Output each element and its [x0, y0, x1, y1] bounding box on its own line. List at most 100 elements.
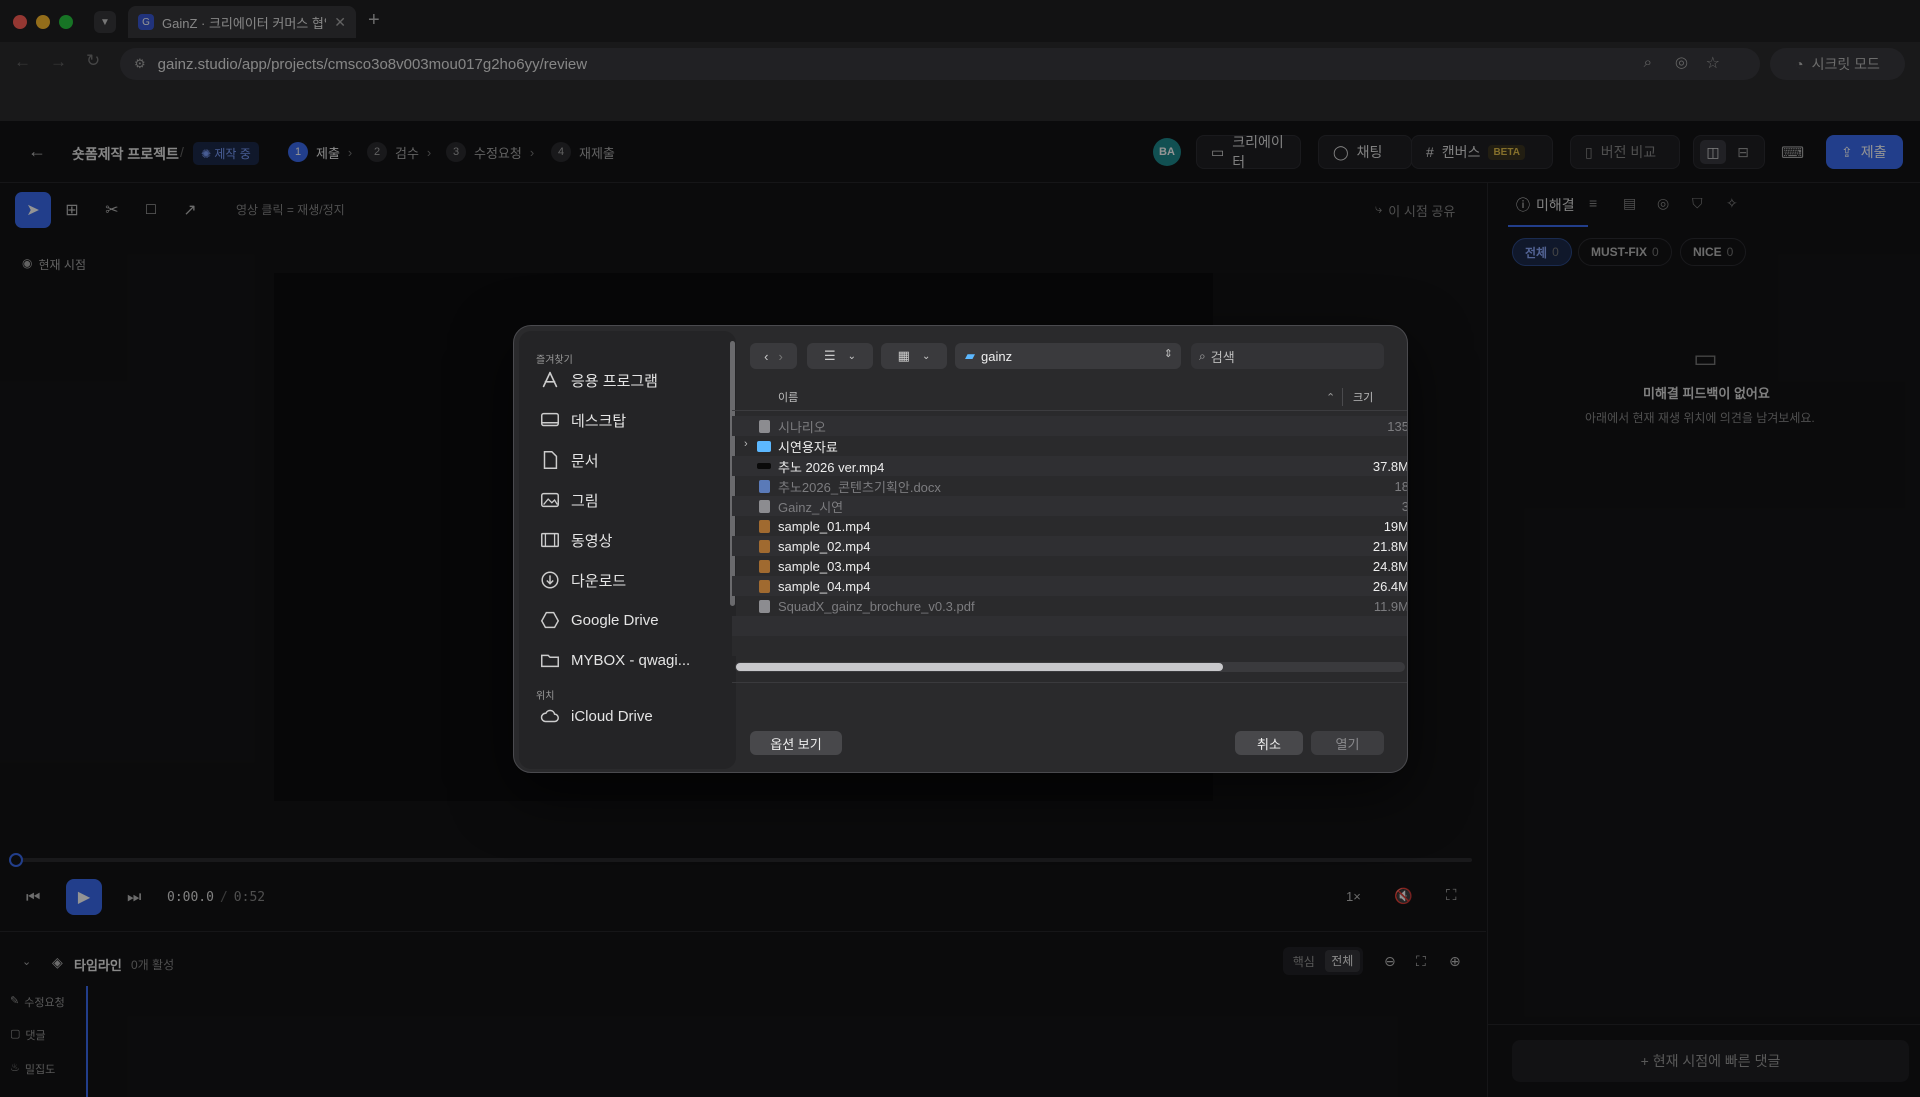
cancel-button[interactable]: 취소 [1235, 731, 1303, 755]
file-name: 추노 2026 ver.mp4 [778, 459, 885, 475]
disclosure-chevron-icon[interactable]: › [744, 438, 748, 450]
sidebar-item-label: 동영상 [571, 532, 613, 550]
download-icon [541, 571, 559, 589]
open-button[interactable]: 열기 [1311, 731, 1384, 755]
video-file-icon [759, 579, 770, 593]
sidebar-item-label: MYBOX - qwagi... [571, 651, 691, 669]
col-size-header[interactable]: 크기 [1353, 383, 1373, 411]
sidebar-item-icloud[interactable]: iCloud Drive [539, 702, 653, 730]
cloud-icon [540, 709, 559, 723]
sidebar-item-label: 응용 프로그램 [571, 372, 658, 390]
sort-chevron-icon[interactable]: ⌃ [1326, 383, 1335, 411]
file-size: 37.8M [1372, 458, 1408, 474]
document-icon [543, 451, 558, 469]
file-size: 26.4M [1372, 578, 1408, 594]
sidebar-item-movies[interactable]: 동영상 [539, 526, 612, 554]
file-open-dialog: 즐겨찾기 응용 프로그램 데스크탑 문서 그림 동영상 다운로드 Google … [513, 325, 1408, 773]
location-select[interactable]: ▰ gainz ⇕ [955, 343, 1181, 369]
document-file-icon [759, 599, 770, 613]
file-row[interactable]: SquadX_gainz_brochure_v0.3.pdf 11.9M [732, 596, 1408, 616]
locations-section: 위치 [536, 691, 555, 702]
file-size: 18 [1394, 478, 1408, 494]
file-size: 21.8M [1372, 538, 1408, 554]
video-file-icon [759, 519, 770, 533]
file-size: 24.8M [1372, 558, 1408, 574]
sidebar-item-label: 그림 [571, 492, 599, 510]
video-file-icon [757, 463, 771, 469]
google-drive-icon [540, 611, 560, 629]
document-file-icon [759, 479, 770, 493]
horizontal-scroll-thumb[interactable] [736, 663, 1223, 671]
sidebar-item-label: 문서 [571, 452, 599, 470]
file-name: sample_04.mp4 [778, 578, 871, 594]
file-name: 추노2026_콘텐츠기획안.docx [778, 479, 941, 495]
file-size: 135 [1387, 418, 1408, 434]
sidebar-item-mybox[interactable]: MYBOX - qwagi... [539, 646, 690, 674]
applications-icon [542, 371, 558, 388]
dialog-sidebar: 즐겨찾기 응용 프로그램 데스크탑 문서 그림 동영상 다운로드 Google … [519, 331, 736, 769]
updown-chevron-icon: ⇕ [1163, 348, 1173, 360]
horizontal-scroll-track[interactable] [735, 662, 1405, 672]
sidebar-item-label: Google Drive [571, 611, 659, 629]
file-row[interactable]: sample_04.mp4 26.4M [732, 576, 1408, 596]
file-name: sample_02.mp4 [778, 538, 871, 554]
file-row[interactable]: sample_01.mp4 19M [732, 516, 1408, 536]
sidebar-item-documents[interactable]: 문서 [539, 446, 599, 474]
sidebar-item-applications[interactable]: 응용 프로그램 [539, 366, 658, 394]
grid-icon: ▦ [897, 348, 910, 363]
sidebar-item-google-drive[interactable]: Google Drive [539, 606, 659, 634]
sidebar-item-label: 다운로드 [571, 572, 627, 590]
file-row[interactable]: sample_02.mp4 21.8M [732, 536, 1408, 556]
file-row[interactable]: 추노2026_콘텐츠기획안.docx 18 [732, 476, 1408, 496]
file-row[interactable]: sample_03.mp4 24.8M [732, 556, 1408, 576]
video-file-icon [759, 539, 770, 553]
file-row[interactable]: 시나리오 135 [732, 416, 1408, 436]
list-icon: ☰ [823, 348, 836, 363]
sidebar-item-pictures[interactable]: 그림 [539, 486, 599, 514]
file-name: sample_03.mp4 [778, 558, 871, 574]
sidebar-item-downloads[interactable]: 다운로드 [539, 566, 626, 594]
file-row[interactable]: 추노 2026 ver.mp4 37.8M [732, 456, 1408, 476]
file-size: 3 [1402, 499, 1407, 514]
search-placeholder: 검색 [1210, 349, 1235, 365]
file-size: 19M [1383, 518, 1408, 534]
column-divider [1342, 388, 1343, 406]
col-name-header[interactable]: 이름 [778, 383, 798, 411]
video-file-icon [759, 559, 770, 573]
file-name: SquadX_gainz_brochure_v0.3.pdf [778, 598, 975, 614]
desktop-icon [541, 412, 559, 427]
sidebar-item-label: iCloud Drive [571, 707, 653, 725]
file-row[interactable]: › 시연용자료 [732, 436, 1407, 456]
grid-view-button[interactable]: ▦ ⌄ [881, 343, 947, 369]
document-file-icon [759, 419, 770, 433]
empty-row [732, 636, 1407, 656]
pictures-icon [541, 492, 559, 508]
sidebar-item-label: 데스크탑 [571, 412, 627, 430]
folder-icon [757, 440, 771, 452]
file-name: sample_01.mp4 [778, 518, 871, 534]
file-name: Gainz_시연 [778, 499, 844, 515]
file-size: 11.9M [1373, 598, 1408, 614]
chevron-left-icon[interactable]: ‹ [764, 349, 768, 364]
file-row[interactable]: Gainz_시연 3 [732, 496, 1407, 516]
empty-row [732, 616, 1407, 636]
location-label: gainz [981, 348, 1013, 364]
options-button[interactable]: 옵션 보기 [750, 731, 842, 755]
chevron-down-icon: ⌄ [847, 350, 857, 362]
folder-blue-icon: ▰ [965, 348, 975, 363]
search-icon: ⌕ [1199, 348, 1206, 363]
movies-icon [541, 532, 559, 548]
file-name: 시연용자료 [778, 439, 838, 455]
file-name: 시나리오 [778, 419, 826, 435]
search-field[interactable]: ⌕ 검색 [1191, 343, 1384, 369]
nav-back-forward[interactable]: ‹ › [750, 343, 797, 369]
chevron-right-icon[interactable]: › [779, 349, 783, 364]
document-file-icon [759, 499, 770, 513]
sidebar-item-desktop[interactable]: 데스크탑 [539, 406, 626, 434]
list-view-button[interactable]: ☰ ⌄ [807, 343, 873, 369]
favorites-section: 즐겨찾기 [536, 355, 573, 366]
file-list-header [732, 383, 1407, 411]
chevron-down-icon: ⌄ [921, 350, 931, 362]
footer-divider [732, 682, 1407, 683]
folder-icon [541, 654, 559, 668]
